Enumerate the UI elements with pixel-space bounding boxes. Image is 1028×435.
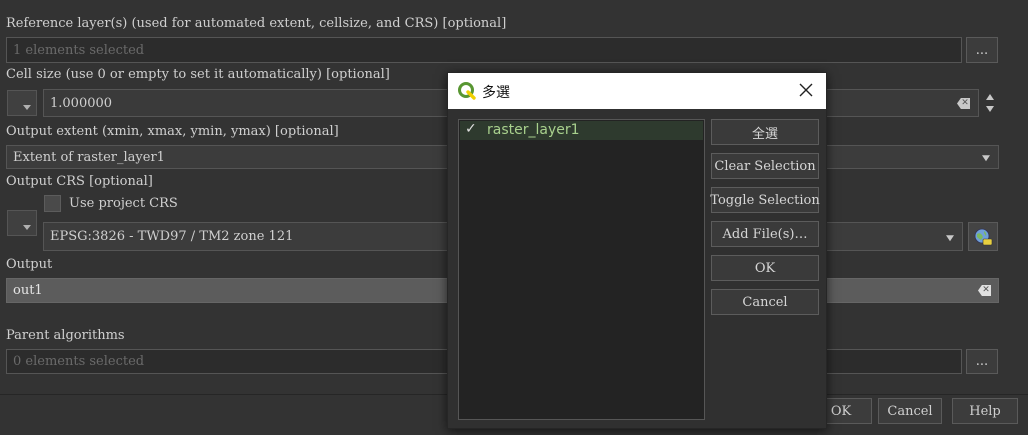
output-label: Output <box>6 257 53 272</box>
add-files-button[interactable]: Add File(s)… <box>711 221 819 247</box>
clear-selection-button[interactable]: Clear Selection <box>711 153 819 179</box>
crs-options-button[interactable] <box>7 210 37 236</box>
select-all-button[interactable]: 全選 <box>711 119 819 145</box>
use-project-crs-label: Use project CRS <box>69 196 178 211</box>
help-button[interactable]: Help <box>952 398 1018 424</box>
parent-algorithms-label: Parent algorithms <box>6 328 125 343</box>
chevron-down-icon <box>946 234 954 241</box>
chevron-down-icon <box>23 225 31 230</box>
toggle-selection-button[interactable]: Toggle Selection <box>710 187 820 213</box>
reference-layers-field[interactable]: 1 elements selected <box>6 37 962 63</box>
layer-list[interactable]: ✓ raster_layer1 <box>458 119 705 420</box>
crs-value: EPSG:3826 - TWD97 / TM2 zone 121 <box>50 229 294 244</box>
cell-size-options-button[interactable] <box>7 90 37 116</box>
qgis-logo-icon <box>458 82 476 100</box>
select-crs-button[interactable] <box>968 222 998 251</box>
output-value: out1 <box>13 283 43 298</box>
output-extent-value: Extent of raster_layer1 <box>13 149 165 165</box>
output-extent-label: Output extent (xmin, xmax, ymin, ymax) [… <box>6 124 339 139</box>
list-item-label: raster_layer1 <box>487 122 580 138</box>
use-project-crs-checkbox[interactable] <box>44 195 61 212</box>
algorithm-dialog-background: { "form": { "reference_layers_label": "R… <box>0 0 1028 435</box>
output-crs-label: Output CRS [optional] <box>6 174 153 189</box>
cell-size-value: 1.000000 <box>50 95 113 111</box>
dialog-titlebar[interactable]: 多選 <box>448 73 826 109</box>
cell-size-label: Cell size (use 0 or empty to set it auto… <box>6 67 390 82</box>
list-item[interactable]: ✓ raster_layer1 <box>460 121 703 140</box>
checkmark-icon[interactable]: ✓ <box>465 121 477 137</box>
multi-select-dialog: 多選 ✓ raster_layer1 全選 Clear Selection To… <box>447 72 827 429</box>
dialog-title: 多選 <box>482 85 510 101</box>
reference-layers-browse-button[interactable]: ... <box>966 37 998 63</box>
globe-crs-icon <box>974 228 993 245</box>
dialog-cancel-button[interactable]: Cancel <box>711 289 819 315</box>
chevron-down-icon <box>982 155 990 162</box>
dialog-ok-button[interactable]: OK <box>711 255 819 281</box>
cell-size-spinner[interactable] <box>983 91 997 115</box>
close-icon[interactable] <box>798 82 814 98</box>
parent-algorithms-browse-button[interactable]: ... <box>966 349 998 374</box>
chevron-down-icon <box>23 105 31 110</box>
reference-layers-label: Reference layer(s) (used for automated e… <box>6 16 507 31</box>
cancel-button[interactable]: Cancel <box>878 398 942 424</box>
spinner-arrows-icon <box>986 94 994 112</box>
